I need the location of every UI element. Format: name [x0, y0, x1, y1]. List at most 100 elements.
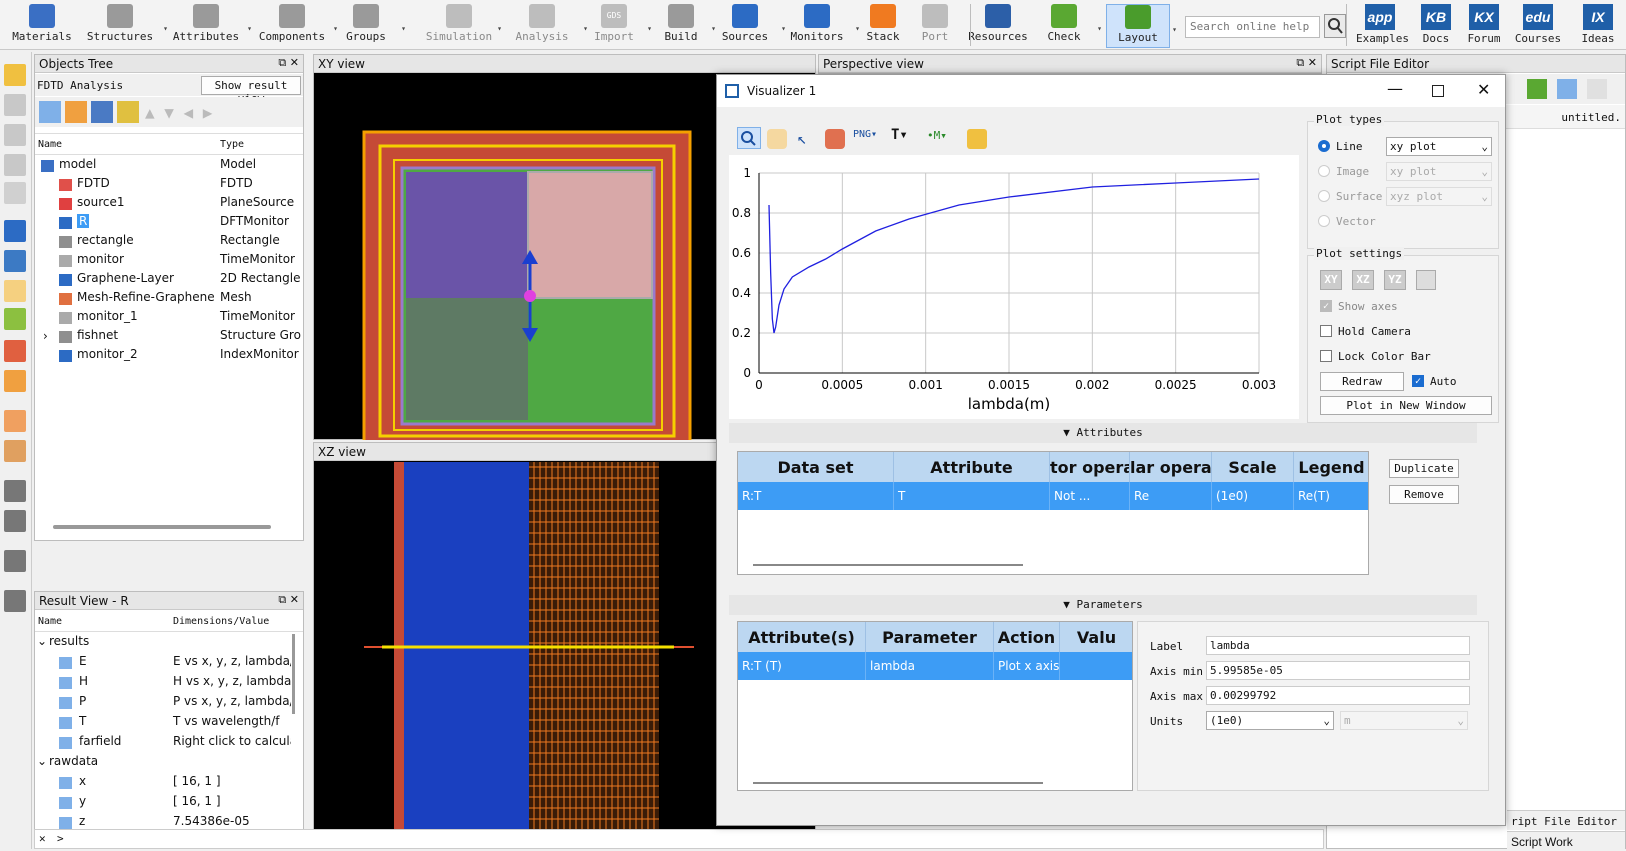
toolbar-import-button[interactable]: GDS Import ▾ — [584, 4, 652, 48]
horizontal-scrollbar[interactable] — [53, 525, 271, 529]
pan-hand-icon[interactable] — [767, 129, 787, 149]
chevron-down-icon[interactable]: ▾ — [1172, 25, 1177, 34]
attributes-col-header[interactable]: Data set — [738, 452, 894, 482]
parameters-col-header[interactable]: Attribute(s) — [738, 622, 866, 652]
script-tab[interactable]: untitled. — [1561, 111, 1621, 124]
text-tool-icon[interactable]: T▾ — [891, 127, 921, 147]
vertical-scrollbar[interactable] — [292, 634, 295, 714]
tree-item-rectangle[interactable]: rectangle Rectangle — [35, 233, 303, 252]
structure-tool-icon[interactable] — [4, 94, 26, 116]
close-icon[interactable]: ✕ — [1477, 80, 1490, 99]
attributes-cell[interactable]: R:T — [738, 482, 894, 510]
attributes-col-header[interactable]: Attribute — [894, 452, 1050, 482]
view-xy-button[interactable]: XY — [1320, 270, 1342, 290]
ruler-icon[interactable] — [4, 308, 26, 330]
toolbar-attributes-button[interactable]: Attributes ▾ — [168, 4, 252, 48]
axis-max-input[interactable]: 0.00299792 — [1206, 686, 1470, 705]
toolbar-search-input[interactable]: Search online help — [1185, 16, 1320, 38]
toolbar-materials-button[interactable]: Materials — [8, 4, 76, 48]
chevron-down-icon[interactable]: ▾ — [247, 24, 252, 33]
edit-pen-icon[interactable] — [4, 64, 26, 86]
parameters-bar[interactable]: ▼ Parameters — [729, 595, 1477, 615]
link-ideas-button[interactable]: IX Ideas — [1574, 4, 1622, 48]
units-select[interactable]: (1e0) ⌄ — [1206, 711, 1334, 730]
grid-icon[interactable] — [4, 410, 26, 432]
command-bar[interactable]: ✕ > — [34, 829, 1324, 849]
chevron-down-icon[interactable]: ▾ — [497, 24, 502, 33]
auto-checkbox[interactable]: ✓ — [1412, 375, 1424, 387]
plot-area[interactable]: 0 0.0005 0.001 0.0015 0.002 0.0025 0.003 0 0.2 0.… — [729, 155, 1299, 419]
select-arrow-icon[interactable] — [4, 220, 26, 242]
link-forum-button[interactable]: KX Forum — [1460, 4, 1508, 48]
tree-item-fishnet[interactable]: › fishnet Structure Gro — [35, 328, 303, 347]
units-select-2[interactable]: m ⌄ — [1340, 711, 1468, 730]
chevron-down-icon[interactable]: ⌄ — [37, 634, 47, 648]
result-item[interactable]: x [ 16, 1 ] — [35, 774, 291, 793]
search-icon[interactable] — [1324, 14, 1346, 38]
tree-group-icon[interactable] — [91, 101, 113, 123]
line-chart[interactable]: 0 0.0005 0.001 0.0015 0.002 0.0025 0.003 0 0.2 0.… — [729, 155, 1299, 419]
tree-item-graphene-layer[interactable]: Graphene-Layer 2D Rectangle — [35, 271, 303, 290]
parameters-col-header[interactable]: Valu — [1060, 622, 1132, 652]
show-axes-checkbox[interactable]: ✓ — [1320, 300, 1332, 312]
label-input[interactable]: lambda — [1206, 636, 1470, 655]
tree-item-fdtd[interactable]: FDTD FDTD — [35, 176, 303, 195]
array-tool-icon[interactable] — [4, 154, 26, 176]
zoom-tool-icon[interactable] — [737, 127, 761, 149]
tree-item-r[interactable]: R DFTMonitor — [35, 214, 303, 233]
plot-type-radio-vector[interactable] — [1318, 215, 1330, 227]
toolbar-components-button[interactable]: Components ▾ — [254, 4, 338, 48]
toolbar-sources-button[interactable]: Sources ▾ — [712, 4, 786, 48]
parameters-cell[interactable]: R:T (T) — [738, 652, 866, 680]
png-export-icon[interactable]: PNG▾ — [853, 129, 885, 149]
result-group-rawdata[interactable]: ⌄ rawdata — [35, 754, 291, 773]
plot-type-radio-line[interactable] — [1318, 140, 1330, 152]
attributes-bar[interactable]: ▼ Attributes — [729, 423, 1477, 443]
toolbar-stack-button[interactable]: Stack — [858, 4, 908, 48]
maximize-icon[interactable] — [1432, 85, 1444, 97]
toolbar-monitors-button[interactable]: Monitors ▾ — [782, 4, 860, 48]
attributes-col-header[interactable]: lar operat — [1130, 452, 1212, 482]
attributes-cell[interactable]: Re — [1130, 482, 1212, 510]
toolbar-layout-button[interactable]: Layout ▾ — [1106, 4, 1177, 48]
panel-float-close-icons[interactable]: ⧉ ✕ — [278, 593, 299, 607]
chevron-down-icon[interactable]: ▾ — [401, 24, 406, 33]
view-xy-icon[interactable] — [4, 510, 26, 532]
hold-camera-checkbox[interactable] — [1320, 325, 1332, 337]
minimize-icon[interactable]: — — [1387, 79, 1403, 98]
show-result-view-button[interactable]: Show result view — [201, 76, 301, 105]
attributes-cell[interactable]: Not ... — [1050, 482, 1130, 510]
result-item[interactable]: y [ 16, 1 ] — [35, 794, 291, 813]
tree-add-icon[interactable] — [65, 101, 87, 123]
result-item[interactable]: E E vs x, y, z, lambda/ — [35, 654, 291, 673]
toolbar-analysis-button[interactable]: Analysis ▾ — [504, 4, 588, 48]
view-yz-button[interactable]: YZ — [1384, 270, 1406, 290]
pan-hand-icon[interactable] — [4, 280, 26, 302]
attributes-cell[interactable]: Re(T) — [1294, 482, 1368, 510]
close-icon[interactable]: ✕ — [39, 832, 46, 845]
parameters-cell[interactable]: Plot x axis — [994, 652, 1060, 680]
chevron-down-icon[interactable]: ▾ — [647, 24, 652, 33]
view-z-icon[interactable] — [4, 590, 26, 612]
plot-type-radio-surface[interactable] — [1318, 190, 1330, 202]
toolbar-port-button[interactable]: Port — [910, 4, 960, 48]
parameters-col-header[interactable]: Parameter — [866, 622, 994, 652]
link-examples-button[interactable]: app Examples — [1356, 4, 1409, 48]
move-up-icon[interactable]: ▲ ▼ ◀ ▶ — [145, 103, 212, 122]
select-arrow-icon[interactable]: ↖ — [797, 129, 817, 149]
result-item[interactable]: H H vs x, y, z, lambda/ — [35, 674, 291, 693]
chevron-right-icon[interactable]: › — [43, 329, 48, 343]
parameters-cell[interactable]: lambda — [866, 652, 994, 680]
attributes-col-header[interactable]: Scale — [1212, 452, 1294, 482]
horizontal-scrollbar[interactable] — [753, 782, 1043, 784]
toolbar-resources-button[interactable]: Resources — [962, 4, 1034, 48]
tree-item-monitor_1[interactable]: monitor_1 TimeMonitor — [35, 309, 303, 328]
zoom-extent-icon[interactable] — [825, 129, 845, 149]
attributes-cell[interactable]: (1e0) — [1212, 482, 1294, 510]
result-group-results[interactable]: ⌄ results — [35, 634, 291, 653]
plot-new-window-button[interactable]: Plot in New Window — [1320, 396, 1492, 415]
plot-type-select[interactable]: xy plot ⌄ — [1386, 137, 1492, 156]
plot-type-radio-image[interactable] — [1318, 165, 1330, 177]
tree-item-monitor[interactable]: monitor TimeMonitor — [35, 252, 303, 271]
marker-tool-icon[interactable]: •M▾ — [927, 129, 959, 149]
